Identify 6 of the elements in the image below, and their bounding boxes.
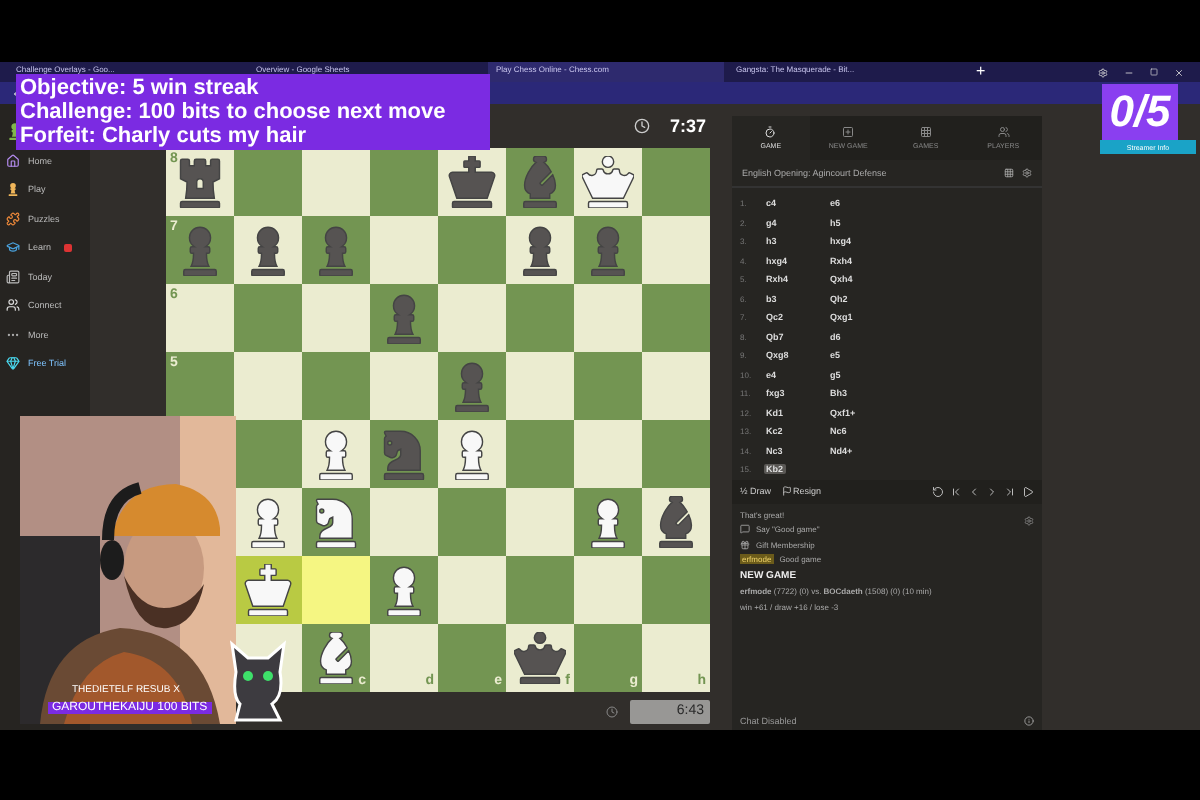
opponent-clock: 7:37 [669, 116, 706, 136]
overlay-text: Challenge: 100 bits to choose next move [20, 100, 448, 124]
overlay-text: Forfeit: Charly cuts my hair [20, 124, 309, 148]
overlay-text: Objective: 5 win streak [20, 76, 261, 100]
new-tab-button[interactable]: + [968, 62, 994, 82]
streak-counter: 0/5 [1102, 84, 1178, 140]
